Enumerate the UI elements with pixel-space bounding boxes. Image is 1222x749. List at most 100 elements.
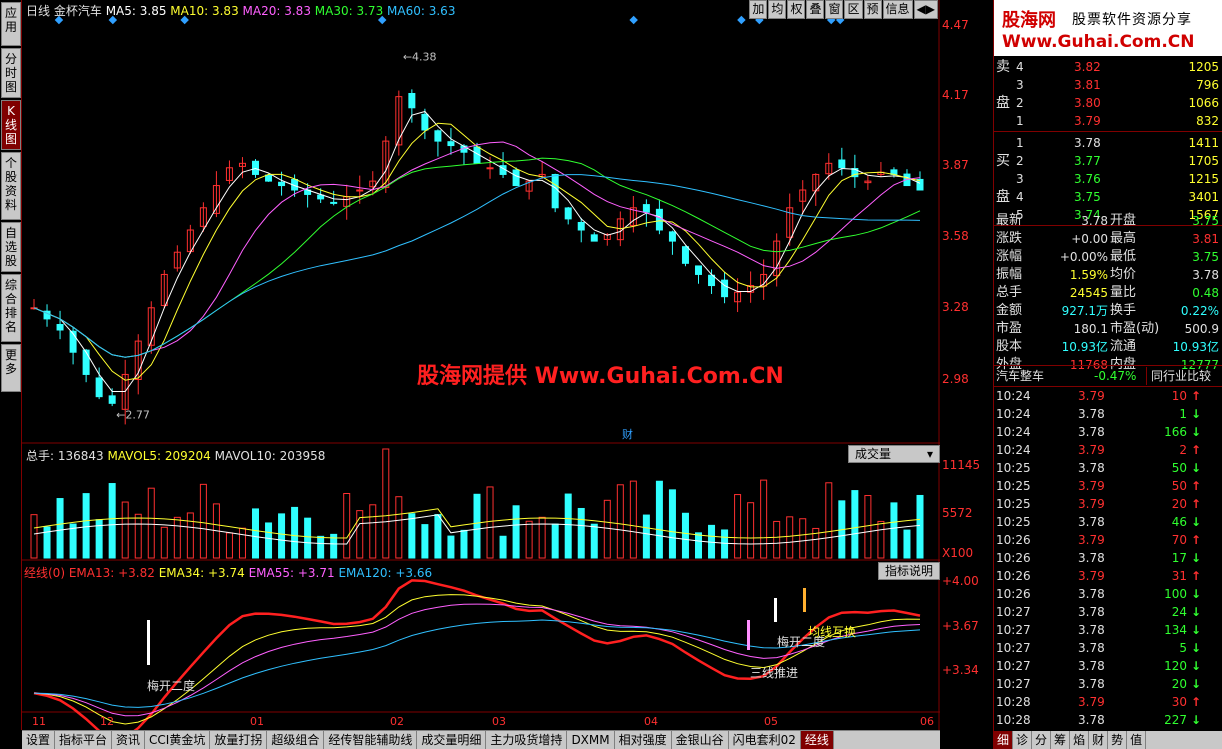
buy-volume: 1705 [1188, 154, 1219, 168]
panel-tab-7[interactable]: 值 [1127, 731, 1147, 749]
quote-label: 流通 [1110, 339, 1137, 354]
level: 2 [1016, 96, 1024, 110]
quote-label: 均价 [1110, 267, 1137, 282]
volume-bar [238, 527, 246, 559]
left-tab-0[interactable]: 应用 [1, 2, 21, 46]
bottom-tab-10[interactable]: 相对强度 [615, 731, 672, 749]
toolbar-button-4[interactable]: 窗 [825, 0, 844, 19]
tick-price: 3.78 [1078, 587, 1105, 601]
candle [447, 128, 455, 155]
buy-volume: 1215 [1188, 172, 1219, 186]
buy-order-row[interactable]: 3 3.76 1215 [994, 170, 1222, 188]
left-tab-3[interactable]: 个股资料 [1, 152, 21, 220]
volume-bar [369, 504, 377, 559]
sell-order-row[interactable]: 1 3.79 832 [994, 112, 1222, 130]
quote-label: 最高 [1110, 231, 1137, 246]
volume-indicator-select[interactable]: 成交量 ▾ [848, 445, 940, 463]
tick-price: 3.78 [1078, 605, 1105, 619]
bottom-tab-13[interactable]: 经线 [800, 731, 834, 749]
bottom-tab-0[interactable]: 设置 [22, 731, 56, 749]
bottom-tab-3[interactable]: CCI黄金坑 [145, 731, 211, 749]
panel-tab-2[interactable]: 分 [1032, 731, 1052, 749]
bottom-tab-5[interactable]: 超级组合 [267, 731, 325, 749]
ma30-value: MA30: 3.73 [314, 4, 384, 18]
buy-price: 3.76 [1074, 172, 1101, 186]
panel-tab-4[interactable]: 焰 [1070, 731, 1090, 749]
bottom-tab-6[interactable]: 经传智能辅助线 [324, 731, 418, 749]
kline-chart-svg[interactable]: ←4.38←2.77财股海网提供 Www.Guhai.Com.CN梅开二度梅开二… [22, 0, 940, 730]
ma20-value: MA20: 3.83 [242, 4, 311, 18]
quote-row: 总手 24545 量比 0.48 [994, 284, 1222, 302]
level: 3 [1016, 172, 1024, 186]
volume-bar [577, 507, 585, 559]
volume-bar [655, 480, 663, 559]
bottom-tab-8[interactable]: 主力吸货增持 [486, 731, 568, 749]
volume-bar [447, 535, 455, 559]
volume-bar [147, 487, 155, 559]
toolbar-button-1[interactable]: 均 [768, 0, 787, 19]
ma20-line [33, 141, 921, 358]
tick-time: 10:25 [996, 479, 1031, 493]
candle [95, 367, 103, 400]
tick-price: 3.78 [1078, 713, 1105, 727]
toolbar-button-8[interactable]: ◀▶ [913, 0, 938, 19]
kline-chart-area[interactable]: ←4.38 ←2.77 财股海网提供 Www.Guhai.Com.CN 梅开二度 梅开二… [22, 0, 940, 730]
date-tick: 06 [920, 715, 934, 728]
toolbar-button-2[interactable]: 权 [787, 0, 806, 19]
panel-tab-6[interactable]: 势 [1108, 731, 1128, 749]
toolbar-button-6[interactable]: 预 [863, 0, 882, 19]
bottom-tab-9[interactable]: DXMM [567, 731, 615, 749]
left-tab-5[interactable]: 综合排名 [1, 274, 21, 342]
bottom-tab-7[interactable]: 成交量明细 [417, 731, 487, 749]
panel-tab-3[interactable]: 筹 [1051, 731, 1071, 749]
tick-row: 10:24 3.79 2 ↑ [994, 441, 1222, 459]
tick-volume: 50 [1171, 461, 1187, 475]
sell-order-row[interactable]: 卖 4 3.82 1205 [994, 58, 1222, 76]
quote-row: 涨跌 +0.00 最高 3.81 [994, 230, 1222, 248]
arrow-up-icon: ↑ [1190, 497, 1201, 511]
sell-order-row[interactable]: 3 3.81 796 [994, 76, 1222, 94]
industry-compare-button[interactable]: 同行业比较 [1146, 367, 1211, 385]
buy-order-row[interactable]: 买 2 3.77 1705 [994, 152, 1222, 170]
quote-row: 股本 10.93亿 流通 10.93亿 [994, 338, 1222, 356]
left-tab-6[interactable]: 更多 [1, 344, 21, 392]
panel-tab-1[interactable]: 诊 [1013, 731, 1033, 749]
bottom-tab-1[interactable]: 指标平台 [55, 731, 113, 749]
toolbar-button-3[interactable]: 叠 [806, 0, 825, 19]
arrow-down-icon: ↓ [1190, 659, 1201, 673]
volume-combo-label: 成交量 [855, 447, 892, 461]
date-tick: 04 [644, 715, 658, 728]
sell-order-row[interactable]: 盘 2 3.80 1066 [994, 94, 1222, 112]
tick-price: 3.78 [1078, 551, 1105, 565]
quote-value: 3.75 [1192, 214, 1219, 228]
toolbar-button-5[interactable]: 区 [844, 0, 863, 19]
toolbar-button-7[interactable]: 信息 [882, 0, 913, 19]
left-vertical-tabs: 应用 分时图 K线图 个股资料 自选股 综合排名 更多 [0, 0, 22, 730]
panel-tab-0[interactable]: 细 [994, 731, 1014, 749]
jingxian-panel-title: 经线(0) EMA13: +3.82 EMA34: +3.74 EMA55: +… [24, 564, 432, 581]
buy-order-row[interactable]: 盘 4 3.75 3401 [994, 188, 1222, 206]
tick-row: 10:26 3.79 31 ↑ [994, 567, 1222, 585]
volume-bar [747, 502, 755, 559]
indicator-help-label: 指标说明 [885, 564, 934, 578]
bottom-tab-2[interactable]: 资讯 [112, 731, 146, 749]
bottom-tab-4[interactable]: 放量打拐 [210, 731, 268, 749]
buy-order-row[interactable]: 1 3.78 1411 [994, 134, 1222, 152]
price-tick: 4.17 [942, 88, 969, 102]
panel-tab-5[interactable]: 财 [1089, 731, 1109, 749]
tick-price: 3.79 [1078, 389, 1105, 403]
level: 1 [1016, 136, 1024, 150]
toolbar-button-0[interactable]: 加 [749, 0, 768, 19]
ma5-line [33, 110, 921, 392]
left-tab-4[interactable]: 自选股 [1, 222, 21, 272]
tick-volume: 120 [1164, 659, 1187, 673]
bottom-tab-12[interactable]: 闪电套利02 [729, 731, 801, 749]
left-tab-2[interactable]: K线图 [1, 100, 21, 150]
arrow-down-icon: ↓ [1190, 515, 1201, 529]
price-tick: 2.98 [942, 372, 969, 386]
indicator-help-button[interactable]: 指标说明 [878, 562, 940, 580]
tick-time: 10:27 [996, 641, 1031, 655]
bottom-tab-11[interactable]: 金银山谷 [672, 731, 729, 749]
quote-row: 市盈 180.1 市盈(动) 500.9 [994, 320, 1222, 338]
left-tab-1[interactable]: 分时图 [1, 48, 21, 98]
